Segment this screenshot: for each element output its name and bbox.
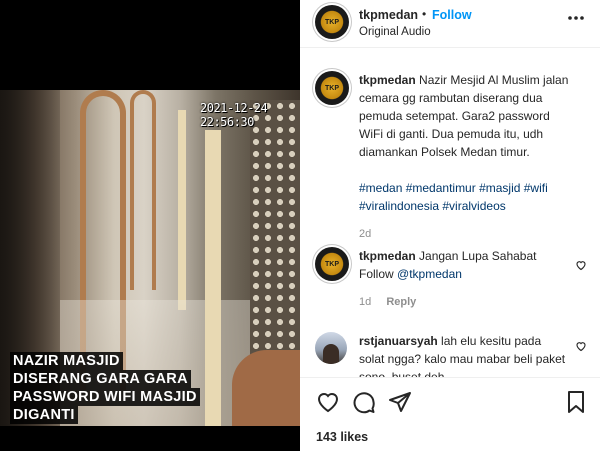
avatar[interactable]: TKP (315, 71, 349, 105)
overlay-line: DIGANTI (10, 406, 78, 424)
comment-body: rstjanuarsyah lah elu kesitu pada solat … (359, 332, 569, 377)
caption-age: 2d (359, 228, 372, 240)
comments-list[interactable]: TKP tkpmedan Nazir Mesjid Al Muslim jala… (300, 49, 600, 377)
post-media[interactable]: 2021-12-24 22:56:30 NAZIR MASJID DISERAN… (0, 0, 300, 451)
avatar[interactable]: TKP (315, 5, 349, 39)
overlay-line: PASSWORD WIFI MASJID (10, 388, 200, 406)
comment-body: tkpmedan Jangan Lupa Sahabat Follow @tkp… (359, 247, 569, 311)
video-caption-overlay: NAZIR MASJID DISERANG GARA GARA PASSWORD… (10, 352, 200, 424)
more-horizontal-icon[interactable] (566, 8, 586, 33)
heart-outline-icon[interactable] (575, 259, 587, 271)
header-username[interactable]: tkpmedan (359, 8, 418, 22)
comment-icon[interactable] (352, 390, 376, 414)
reply-button[interactable]: Reply (386, 296, 416, 308)
comment-age: 1d (359, 296, 372, 308)
post-actions: 143 likes (300, 377, 600, 451)
scene-pillar (205, 130, 221, 426)
caption-meta: 2d (359, 225, 569, 243)
cctv-timestamp: 2021-12-24 22:56:30 (200, 101, 268, 129)
post-sidebar: TKP tkpmedan • Follow Original Audio TKP… (300, 0, 600, 451)
heart-outline-icon[interactable] (575, 340, 587, 352)
scene-arch (130, 90, 156, 290)
avatar[interactable]: TKP (315, 247, 349, 281)
scene-pillar (178, 110, 186, 310)
avatar[interactable] (315, 332, 347, 364)
post-header: TKP tkpmedan • Follow Original Audio (300, 0, 600, 48)
heart-icon[interactable] (316, 390, 340, 414)
overlay-line: NAZIR MASJID (10, 352, 123, 370)
comment-username[interactable]: tkpmedan (359, 249, 416, 263)
share-icon[interactable] (388, 390, 412, 414)
scene-lattice-wall (250, 100, 300, 390)
overlay-line: DISERANG GARA GARA (10, 370, 191, 388)
audio-link[interactable]: Original Audio (359, 26, 431, 38)
bookmark-icon[interactable] (564, 390, 588, 414)
comment-username[interactable]: rstjanuarsyah (359, 334, 438, 348)
likes-count[interactable]: 143 likes (316, 430, 368, 444)
caption-username[interactable]: tkpmedan (359, 73, 416, 87)
comment-meta: 1d Reply (359, 293, 569, 311)
comment-mention[interactable]: @tkpmedan (397, 267, 462, 281)
caption-body: tkpmedan Nazir Mesjid Al Muslim jalan ce… (359, 71, 569, 243)
follow-button[interactable]: Follow (432, 8, 472, 22)
caption-hashtags[interactable]: #medan #medantimur #masjid #wifi #virali… (359, 179, 569, 215)
scene-foreground-object (232, 350, 300, 426)
header-separator: • (422, 7, 427, 21)
